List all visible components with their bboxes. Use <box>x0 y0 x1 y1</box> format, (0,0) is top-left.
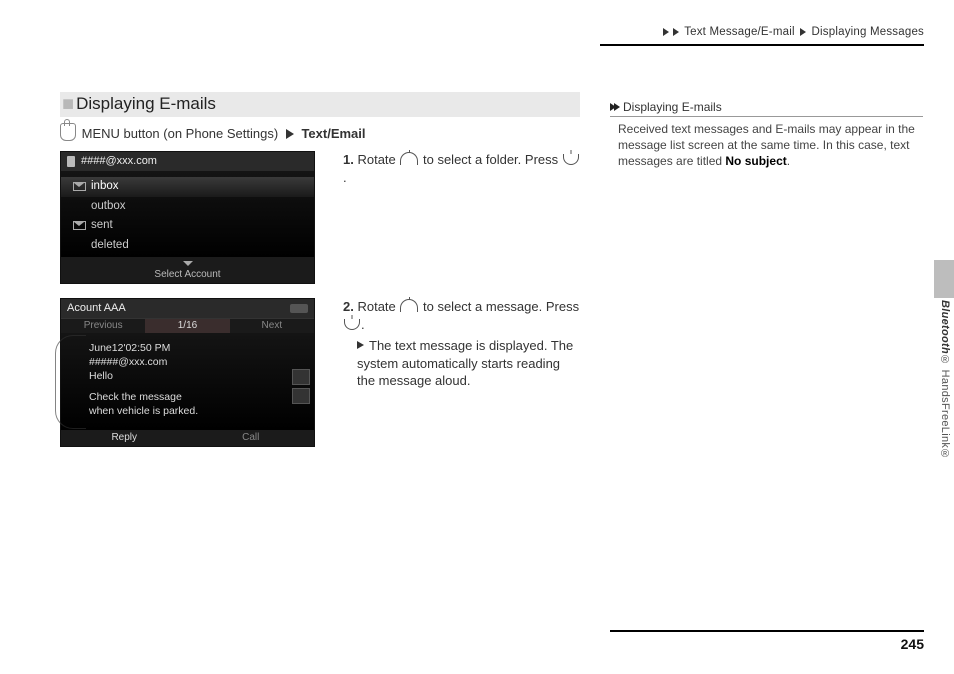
aside-body: Received text messages and E-mails may a… <box>610 121 923 170</box>
nav-path: MENU button (on Phone Settings) Text/Ema… <box>60 123 580 141</box>
footer-label: Select Account <box>154 269 220 280</box>
msg-line: when vehicle is parked. <box>89 404 304 418</box>
nav-text: MENU button (on Phone Settings) <box>82 126 279 141</box>
call-button-label: Call <box>188 430 315 446</box>
pager-next: Next <box>230 318 314 333</box>
screenshot-header: Acount AAA <box>67 303 126 314</box>
section-heading: ■Displaying E-mails <box>60 92 580 117</box>
msg-line: June12'02:50 PM <box>89 341 304 355</box>
divider <box>600 44 924 46</box>
list-item: outbox <box>61 197 314 217</box>
voice-icon <box>292 369 310 385</box>
pager-prev: Previous <box>61 318 145 333</box>
step-row: Acount AAA Previous 1/16 Next June12'02:… <box>60 298 580 447</box>
item-label: deleted <box>91 239 129 251</box>
breadcrumb-part: Displaying Messages <box>812 26 924 38</box>
step-body: Rotate <box>357 152 399 167</box>
aside-text-bold: No subject <box>725 154 786 168</box>
screenshot-header: ####@xxx.com <box>81 156 157 167</box>
item-label: outbox <box>91 200 126 212</box>
mute-icon <box>292 388 310 404</box>
msg-line: #####@xxx.com <box>89 355 304 369</box>
breadcrumb-part: Text Message/E-mail <box>684 26 795 38</box>
screenshot-folder-list: ####@xxx.com inbox outbox sent deleted S… <box>60 151 315 284</box>
press-icon <box>563 154 579 165</box>
chevron-right-icon <box>673 28 679 36</box>
chevron-right-icon <box>800 28 806 36</box>
list-item: deleted <box>61 236 314 256</box>
aside-title-text: Displaying E-mails <box>623 100 722 114</box>
main-column: ■Displaying E-mails MENU button (on Phon… <box>60 92 580 447</box>
reply-button-label: Reply <box>61 430 188 446</box>
list-item: sent <box>61 216 314 236</box>
breadcrumb: Text Message/E-mail Displaying Messages <box>661 26 924 38</box>
page-number: 245 <box>901 636 924 652</box>
item-label: inbox <box>91 180 119 192</box>
step-row: ####@xxx.com inbox outbox sent deleted S… <box>60 151 580 284</box>
screenshot-message-view: Acount AAA Previous 1/16 Next June12'02:… <box>60 298 315 447</box>
divider <box>610 116 923 117</box>
aside-title: Displaying E-mails <box>610 100 923 114</box>
chevron-right-icon <box>663 28 669 36</box>
item-label: sent <box>91 219 113 231</box>
step-number: 1. <box>343 152 354 167</box>
side-section-label: Bluetooth® HandsFreeLink® <box>939 300 951 460</box>
aside-text: . <box>787 154 790 168</box>
thumb-tab <box>934 260 954 298</box>
envelope-icon <box>73 221 86 230</box>
side-label-bold: Bluetooth <box>939 300 951 354</box>
step-body: to select a folder. Press <box>419 152 561 167</box>
press-icon <box>344 319 360 330</box>
chevron-down-icon <box>183 261 193 266</box>
dial-arc-decor <box>55 335 86 429</box>
msg-line: Hello <box>89 369 304 383</box>
step-body: . <box>361 317 365 332</box>
triangle-right-icon <box>357 341 364 349</box>
aside-column: Displaying E-mails Received text message… <box>610 100 923 170</box>
side-label: ® HandsFreeLink® <box>939 354 951 460</box>
divider <box>610 630 924 632</box>
rotate-dial-icon <box>400 152 418 165</box>
envelope-icon <box>73 182 86 191</box>
msg-line: Check the message <box>89 390 304 404</box>
phone-icon <box>67 156 75 167</box>
chevron-right-icon <box>614 103 620 111</box>
side-buttons <box>292 366 310 404</box>
finger-icon <box>60 123 76 141</box>
step-text: 1. Rotate to select a folder. Press . <box>315 151 580 284</box>
step-text: 2. Rotate to select a message. Press . T… <box>315 298 580 447</box>
step-body: . <box>343 170 347 185</box>
step-body: Rotate <box>357 299 399 314</box>
step-number: 2. <box>343 299 354 314</box>
triangle-right-icon <box>286 129 294 139</box>
step-body: to select a message. Press <box>419 299 579 314</box>
nav-target: Text/Email <box>301 126 365 141</box>
step-detail: The text message is displayed. The syste… <box>357 338 573 388</box>
pager-position: 1/16 <box>145 318 229 333</box>
rotate-dial-icon <box>400 299 418 312</box>
list-item: inbox <box>61 177 314 197</box>
bluetooth-badge-icon <box>290 304 308 313</box>
section-title-text: Displaying E-mails <box>76 94 216 113</box>
